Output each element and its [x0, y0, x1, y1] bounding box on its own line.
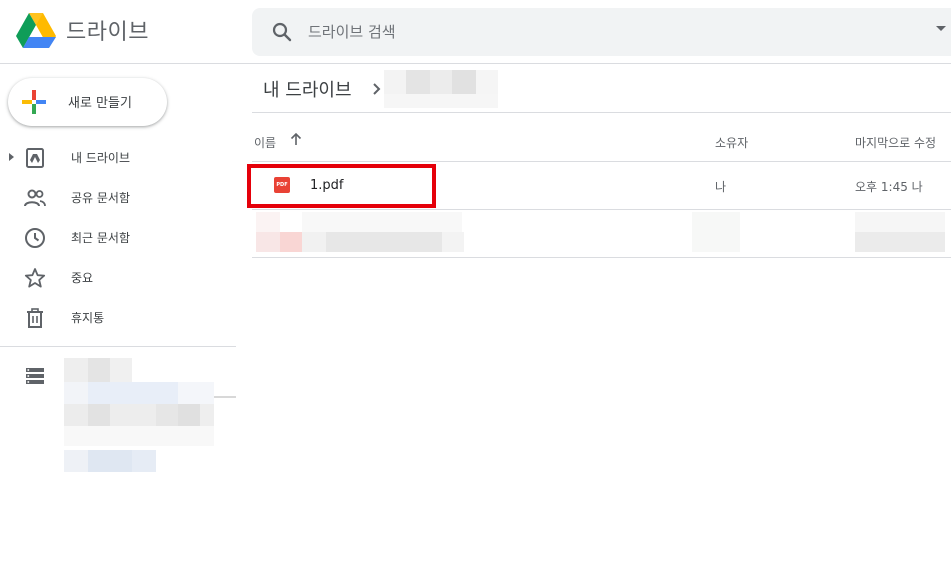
- sidebar-item-my-drive[interactable]: 내 드라이브: [0, 138, 236, 178]
- table-row-blurred[interactable]: [252, 210, 951, 258]
- file-owner: 나: [715, 180, 727, 194]
- search-options-dropdown-icon[interactable]: [936, 26, 946, 31]
- file-modified: 오후 1:45 나: [855, 180, 923, 194]
- sidebar-item-label: 중요: [71, 271, 94, 285]
- chevron-right-icon: [373, 83, 381, 95]
- sidebar-item-starred[interactable]: 중요: [0, 258, 236, 298]
- highlight-annotation-box: [247, 164, 436, 208]
- expand-arrow-icon[interactable]: [9, 153, 14, 161]
- top-header: 드라이브: [0, 0, 951, 64]
- plus-icon: [22, 90, 46, 114]
- search-bar[interactable]: [252, 8, 951, 56]
- app-title[interactable]: 드라이브: [66, 14, 149, 46]
- drive-folder-icon: [26, 148, 44, 168]
- storage-icon[interactable]: [23, 364, 47, 388]
- sidebar-divider: [0, 346, 236, 347]
- breadcrumb-folder-blurred[interactable]: [384, 70, 498, 108]
- sidebar-item-label: 최근 문서함: [71, 231, 131, 245]
- people-icon: [24, 189, 46, 207]
- breadcrumb-my-drive[interactable]: 내 드라이브: [263, 76, 352, 102]
- trash-icon: [27, 308, 43, 328]
- breadcrumb: 내 드라이브: [252, 64, 951, 113]
- column-modified-header[interactable]: 마지막으로 수정: [855, 134, 936, 151]
- column-owner-header[interactable]: 소유자: [715, 134, 748, 151]
- sidebar-item-label: 공유 문서함: [71, 191, 131, 205]
- new-button[interactable]: 새로 만들기: [8, 78, 167, 126]
- column-name-header[interactable]: 이름: [254, 134, 276, 151]
- new-button-label: 새로 만들기: [68, 96, 132, 111]
- file-list-header: 이름 소유자 마지막으로 수정: [252, 113, 951, 162]
- sidebar-item-shared[interactable]: 공유 문서함: [0, 178, 236, 218]
- sidebar-item-recent[interactable]: 최근 문서함: [0, 218, 236, 258]
- search-input[interactable]: [308, 20, 908, 44]
- sidebar-item-label: 내 드라이브: [71, 151, 131, 165]
- search-icon[interactable]: [270, 20, 294, 44]
- sort-ascending-arrow-icon[interactable]: [289, 132, 303, 146]
- drive-logo-icon[interactable]: [16, 13, 56, 49]
- clock-icon: [25, 228, 45, 248]
- sidebar-nav: 내 드라이브 공유 문서함 최근 문서함 중요 휴지통: [0, 138, 236, 338]
- star-icon: [24, 268, 46, 288]
- sidebar-item-trash[interactable]: 휴지통: [0, 298, 236, 338]
- sidebar-item-label: 휴지통: [71, 311, 105, 325]
